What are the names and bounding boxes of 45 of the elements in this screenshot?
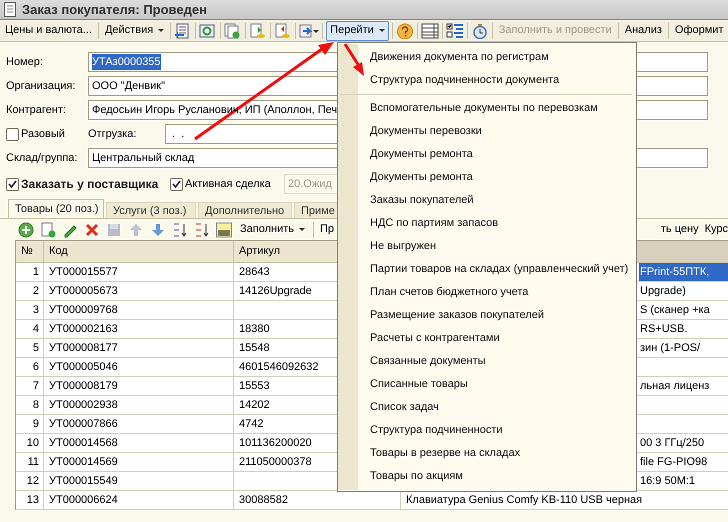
table-cell-text: 00 3 ГГц/250 <box>639 436 706 451</box>
table-cell-text: льная лиценз <box>639 378 710 394</box>
field-label: Склад/группа: <box>6 150 78 166</box>
table-cell: УТ000014568 <box>44 434 234 453</box>
table-cell: УТ000002938 <box>44 396 234 415</box>
table-cell-text: Upgrade) <box>639 284 687 299</box>
checkbox-label: Активная сделка <box>185 176 271 192</box>
table-cell: УТ000015549 <box>44 472 234 491</box>
table-cell: 1 <box>16 263 44 282</box>
table-cell: 10 <box>16 434 44 453</box>
window-title: Заказ покупателя: Проведен <box>22 0 207 19</box>
table-cell: УТ000015577 <box>44 263 234 282</box>
table-cell: УТ000005673 <box>44 282 234 301</box>
table-cell-text: зин (1-POS/ <box>639 340 702 356</box>
table-cell: УТ000007866 <box>44 415 234 434</box>
table-cell: 2 <box>16 282 44 301</box>
table-cell: 6 <box>16 358 44 377</box>
checkbox-label: Заказать у поставщика <box>21 176 158 193</box>
table-cell: 7 <box>16 377 44 396</box>
table-cell: УТ000009768 <box>44 301 234 320</box>
table-cell: 12 <box>16 472 44 491</box>
table-cell: FPrint-55ПТК, <box>639 263 728 281</box>
table-cell: 8 <box>16 396 44 415</box>
field-label: Организация: <box>6 78 76 94</box>
table-cell: УТ000008177 <box>44 339 234 358</box>
table-cell: 5 <box>16 339 44 358</box>
field-label: Отгрузка: <box>88 126 138 142</box>
table-cell: УТ000008179 <box>44 377 234 396</box>
table-cell-text: Клавиатура Genius Comfy KB-110 USB черная <box>406 492 644 508</box>
table-cell-text: RS+USB. <box>639 322 688 337</box>
table-cell: УТ000006624 <box>44 491 234 510</box>
table-cell: 9 <box>16 415 44 434</box>
checkbox-label: Разовый <box>21 126 65 142</box>
table-cell: УТ000002163 <box>44 320 234 339</box>
table-cell-text: 16:9 50M:1 <box>639 474 696 489</box>
field-label: Контрагент: <box>6 102 67 118</box>
table-cell: 11 <box>16 453 44 472</box>
table-cell: 13 <box>16 491 44 510</box>
table-cell: УТ000014569 <box>44 453 234 472</box>
table-cell-text: file FG-PIO98 <box>639 454 708 470</box>
table-cell: 3 <box>16 301 44 320</box>
table-cell: УТ000005046 <box>44 358 234 377</box>
table-cell: 4 <box>16 320 44 339</box>
table-cell-text: S (сканер +ка <box>639 302 711 318</box>
field-label: Номер: <box>6 54 44 70</box>
